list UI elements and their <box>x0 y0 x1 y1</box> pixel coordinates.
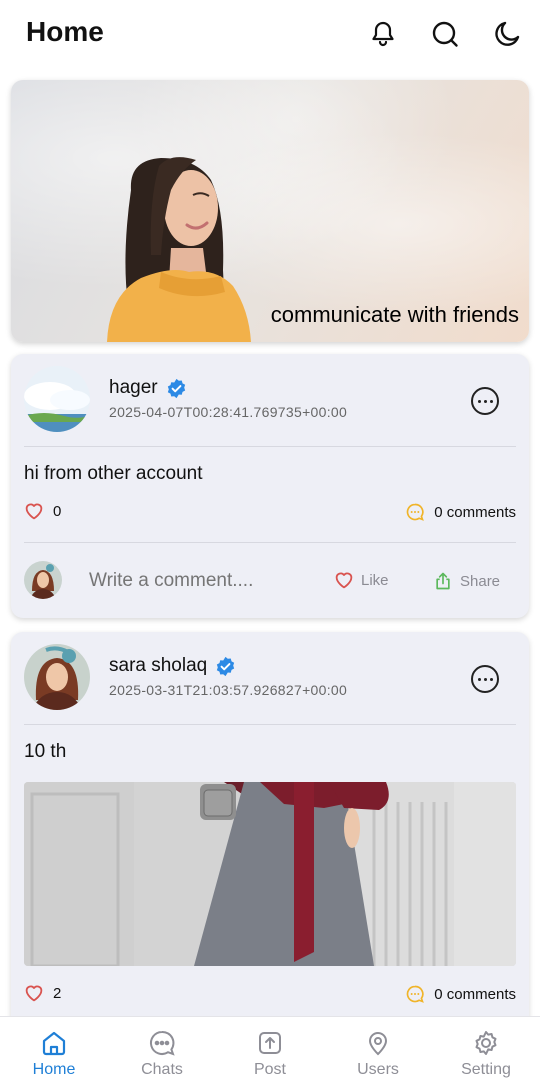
verified-badge-icon <box>217 656 235 676</box>
nav-item-post[interactable]: Post <box>216 1017 324 1090</box>
verified-badge-icon <box>167 378 185 398</box>
nav-label: Setting <box>461 1060 511 1078</box>
author-name-row: sara sholaq <box>109 655 236 677</box>
app-bar: Home <box>0 0 540 70</box>
like-button-label: Like <box>361 571 389 589</box>
location-pin-icon <box>368 1031 388 1055</box>
like-count-value: 2 <box>53 984 62 1002</box>
search-icon[interactable] <box>428 17 462 51</box>
more-options-icon[interactable] <box>471 387 499 415</box>
feed[interactable]: communicate with friends hager 2025-04-0… <box>0 70 540 1016</box>
post-text: hi from other account <box>24 463 203 484</box>
nav-item-setting[interactable]: Setting <box>432 1017 540 1090</box>
author-avatar[interactable] <box>24 366 90 432</box>
nav-label: Chats <box>141 1060 183 1078</box>
home-icon <box>42 1031 66 1055</box>
post-card: hager 2025-04-07T00:28:41.769735+00:00 h… <box>11 354 529 618</box>
comment-count[interactable]: 0 comments <box>405 502 516 522</box>
post-card: sara sholaq 2025-03-31T21:03:57.926827+0… <box>11 632 529 1016</box>
post-timestamp: 2025-03-31T21:03:57.926827+00:00 <box>109 682 348 698</box>
comment-count[interactable]: 0 comments <box>405 984 516 1004</box>
like-count[interactable]: 0 <box>24 502 61 520</box>
heart-icon <box>25 985 43 1002</box>
hero-caption: communicate with friends <box>270 302 519 327</box>
divider <box>24 446 516 447</box>
heart-icon <box>25 503 43 520</box>
divider <box>24 724 516 725</box>
author-avatar[interactable] <box>24 644 90 710</box>
upload-icon <box>259 1031 281 1054</box>
nav-label: Post <box>253 1060 286 1078</box>
nav-label: Home <box>32 1060 76 1078</box>
author-name[interactable]: sara sholaq <box>109 655 207 677</box>
moon-icon[interactable] <box>490 17 524 51</box>
author-name[interactable]: hager <box>109 377 158 399</box>
post-text: 10 th <box>24 741 67 762</box>
more-options-icon[interactable] <box>471 665 499 693</box>
share-icon <box>436 572 450 590</box>
share-button-label: Share <box>460 572 501 590</box>
comment-count-value: 0 comments <box>434 503 516 521</box>
nav-label: Users <box>357 1060 399 1078</box>
author-name-row: hager <box>109 377 187 399</box>
heart-icon <box>335 572 353 589</box>
post-timestamp: 2025-04-07T00:28:41.769735+00:00 <box>109 404 348 420</box>
post-image[interactable] <box>24 782 516 966</box>
nav-item-home[interactable]: Home <box>0 1017 108 1090</box>
comment-count-value: 0 comments <box>434 985 516 1003</box>
current-user-avatar <box>24 561 62 599</box>
bottom-nav: Home Chats Post Users Setting <box>0 1016 540 1090</box>
gear-icon <box>475 1030 497 1055</box>
page-title: Home <box>26 16 104 47</box>
comment-icon <box>407 985 425 1003</box>
nav-item-chats[interactable]: Chats <box>108 1017 216 1090</box>
like-count-value: 0 <box>53 502 62 520</box>
bell-icon[interactable] <box>366 17 400 51</box>
nav-item-users[interactable]: Users <box>324 1017 432 1090</box>
comment-icon <box>407 503 425 521</box>
like-count[interactable]: 2 <box>24 984 61 1002</box>
share-button[interactable]: Share <box>433 571 500 591</box>
like-button[interactable]: Like <box>334 571 389 589</box>
divider <box>24 542 516 543</box>
hero-banner: communicate with friends <box>11 80 529 342</box>
comment-input[interactable] <box>89 570 319 592</box>
chat-icon <box>150 1030 175 1056</box>
